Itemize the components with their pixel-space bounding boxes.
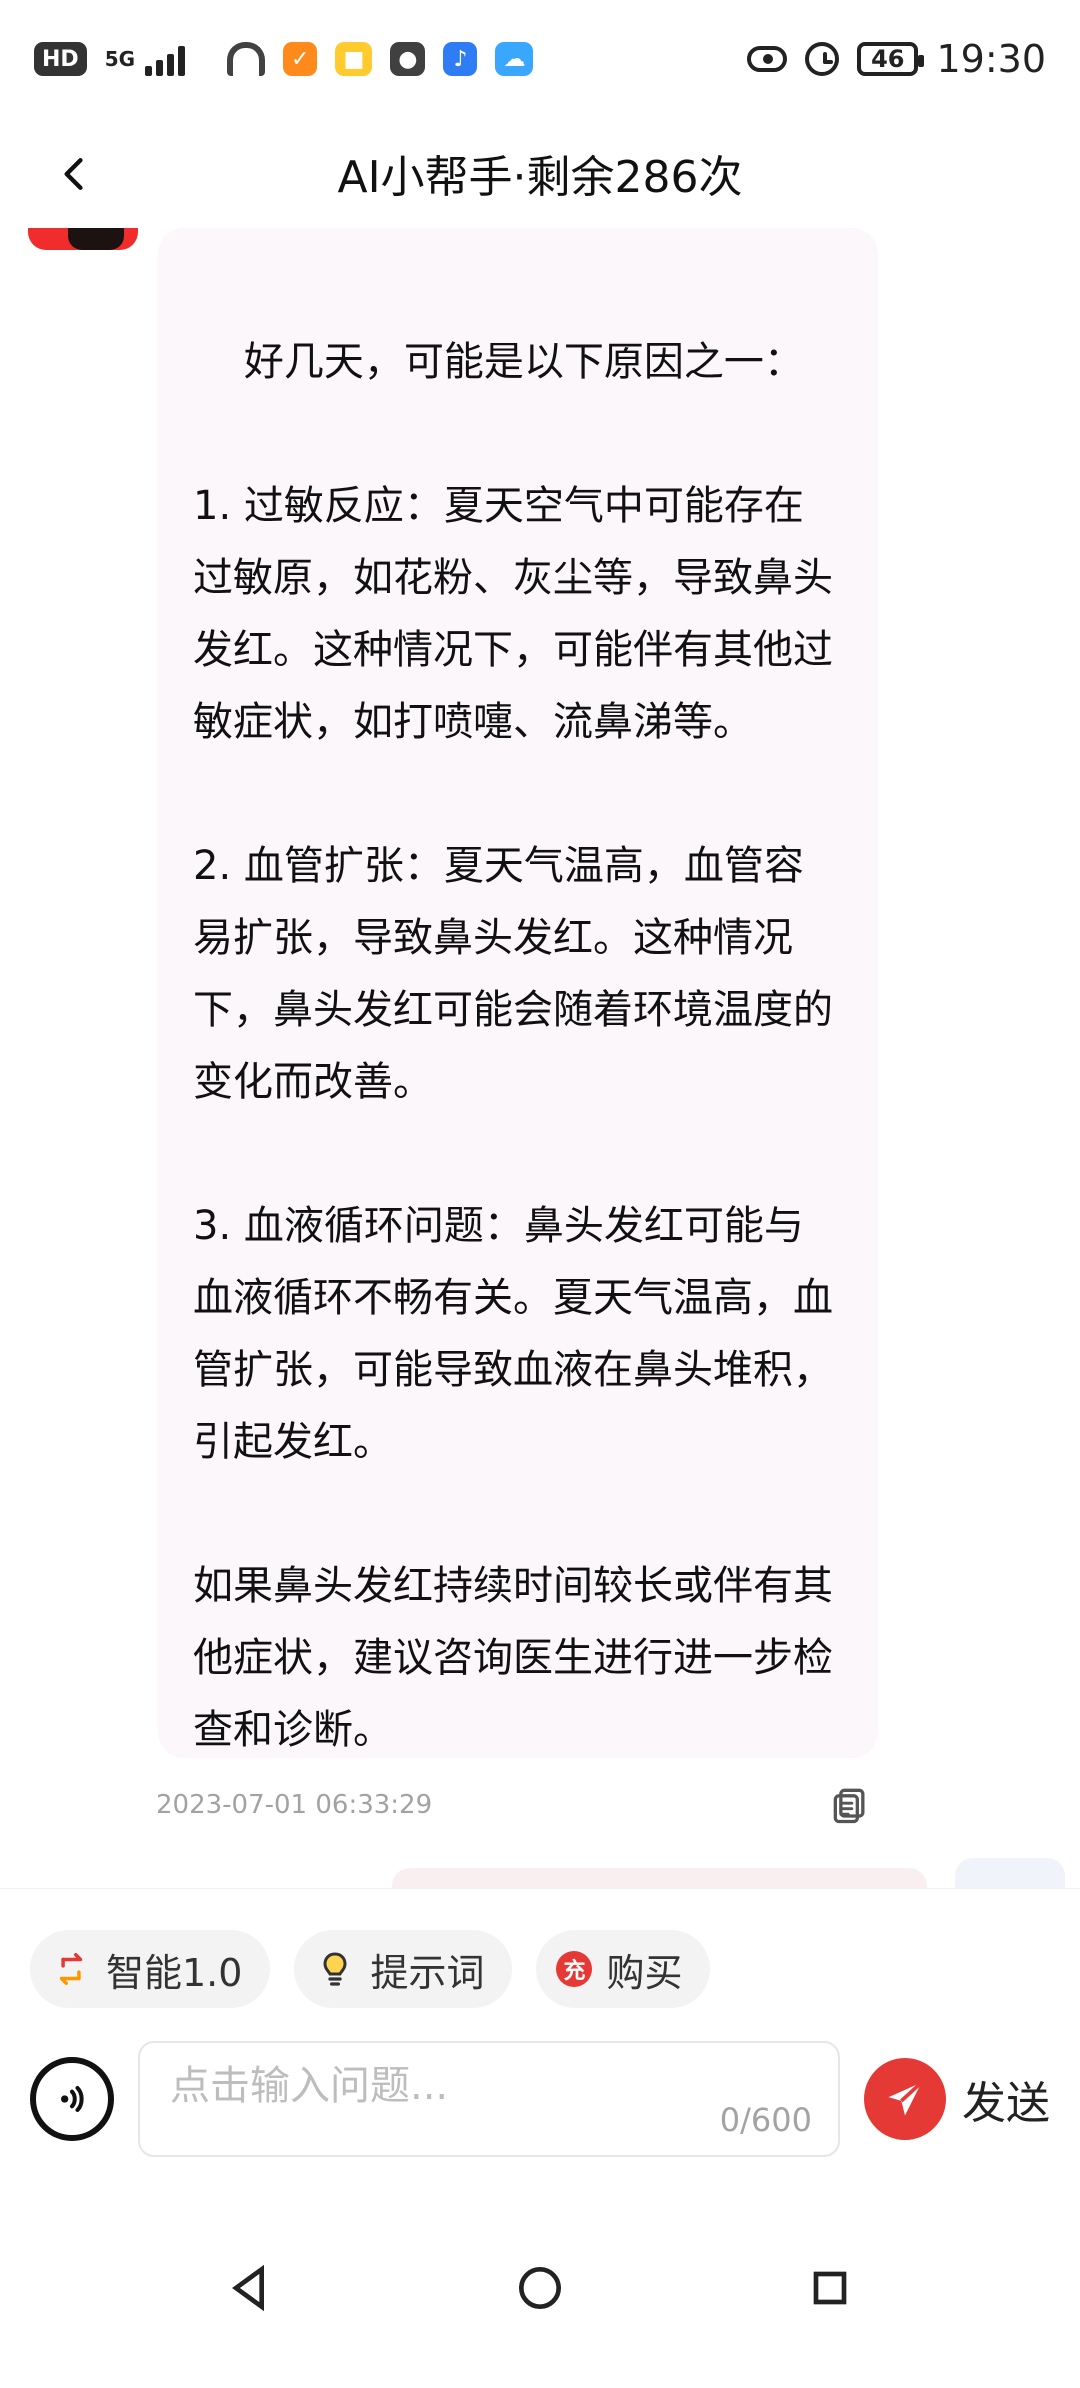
ai-message-bubble: 好几天，可能是以下原因之一： 1. 过敏反应：夏天空气中可能存在过敏原，如花粉、… — [158, 228, 878, 1758]
send-icon — [864, 2058, 946, 2140]
battery-level: 46 — [871, 45, 905, 73]
wifi-icon — [227, 42, 266, 76]
circle-home-icon — [519, 2267, 561, 2309]
hd-badge: HD — [34, 42, 87, 76]
chip-label: 智能1.0 — [106, 1950, 243, 1995]
app-notification-icon-3: ● — [390, 42, 426, 76]
voice-button[interactable] — [30, 2057, 114, 2141]
battery-indicator: 46 — [857, 42, 925, 76]
app-header: AI小帮手·剩余286次 — [0, 118, 1080, 228]
app-notification-icon-2: ■ — [335, 42, 373, 76]
network-label: 5G — [104, 47, 136, 71]
app-notification-icon-1: ✓ — [283, 42, 318, 76]
eye-icon — [747, 46, 788, 72]
status-bar-right: 46 19:30 — [747, 37, 1046, 81]
chevron-left-icon — [64, 158, 83, 190]
bottom-toolbar: 智能1.0 提示词 充 购买 点击输入问题... 0/600 发送 — [0, 1888, 1080, 2188]
copy-icon — [833, 1788, 865, 1824]
status-bar-left: HD 5G ✓ ■ ● ♪ ☁ — [34, 42, 534, 76]
send-label: 发送 — [962, 2078, 1050, 2129]
swap-icon — [50, 1948, 92, 1990]
avatar — [28, 228, 138, 250]
ai-message-text: 好几天，可能是以下原因之一： 1. 过敏反应：夏天空气中可能存在过敏原，如花粉、… — [193, 339, 833, 1753]
lightbulb-icon — [314, 1948, 356, 1990]
system-nav-bar — [0, 2188, 1080, 2388]
faded-user-avatar — [955, 1858, 1065, 1888]
buy-chip[interactable]: 充 购买 — [536, 1930, 711, 2008]
triangle-back-icon — [232, 2264, 264, 2312]
faded-user-message — [392, 1868, 927, 1888]
send-button[interactable]: 发送 — [864, 2058, 1050, 2140]
prompt-chip[interactable]: 提示词 — [294, 1930, 513, 2008]
cloud-icon: ☁ — [495, 42, 534, 76]
nav-back-button[interactable] — [215, 2253, 285, 2323]
page-title: AI小帮手·剩余286次 — [337, 152, 743, 203]
nav-home-button[interactable] — [505, 2253, 575, 2323]
status-bar: HD 5G ✓ ■ ● ♪ ☁ 46 19:30 — [0, 0, 1080, 118]
message-meta: 2023-07-01 06:33:29 — [156, 1780, 876, 1830]
voice-icon — [61, 2085, 84, 2113]
question-input[interactable] — [168, 2061, 657, 2111]
music-icon: ♪ — [443, 42, 478, 76]
alarm-icon — [805, 42, 840, 76]
signal-icon — [145, 42, 209, 76]
square-recents-icon — [813, 2271, 847, 2305]
time: 19:30 — [936, 37, 1046, 81]
chip-row: 智能1.0 提示词 充 购买 — [30, 1929, 1050, 2009]
chat-area[interactable]: 好几天，可能是以下原因之一： 1. 过敏反应：夏天空气中可能存在过敏原，如花粉、… — [0, 228, 1080, 1888]
composer: 0/600 发送 — [30, 2039, 1050, 2159]
nav-recents-button[interactable] — [795, 2253, 865, 2323]
recharge-badge-icon: 充 — [556, 1951, 593, 1987]
chip-label: 购买 — [606, 1950, 683, 1995]
message-timestamp: 2023-07-01 06:33:29 — [156, 1790, 433, 1820]
chip-label: 提示词 — [370, 1950, 485, 1995]
question-input-field[interactable]: 0/600 — [138, 2041, 840, 2157]
char-counter: 0/600 — [719, 2101, 812, 2139]
back-button[interactable] — [46, 146, 102, 202]
copy-button[interactable] — [824, 1779, 876, 1831]
mode-chip-smart[interactable]: 智能1.0 — [30, 1930, 271, 2008]
